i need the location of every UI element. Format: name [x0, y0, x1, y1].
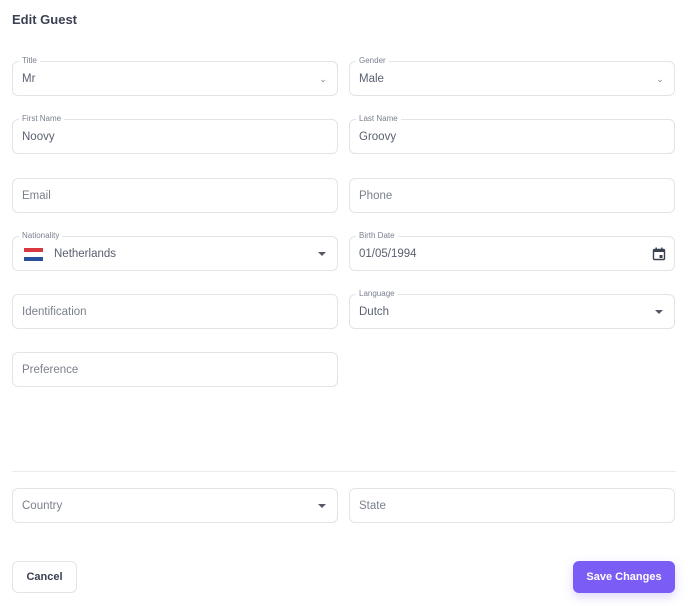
gender-select[interactable]: Gender Male ⌄	[349, 55, 675, 96]
birth-date-field[interactable]: Birth Date 01/05/1994	[349, 230, 675, 271]
country-select[interactable]: Country	[12, 488, 338, 523]
caret-down-icon	[655, 310, 663, 314]
country-placeholder: Country	[22, 500, 63, 512]
cancel-button[interactable]: Cancel	[12, 561, 77, 593]
identification-placeholder: Identification	[22, 306, 87, 318]
page-title: Edit Guest	[12, 12, 78, 27]
first-name-field[interactable]: First Name Noovy	[12, 113, 338, 154]
title-select[interactable]: Title Mr ⌄	[12, 55, 338, 96]
netherlands-flag-icon	[24, 248, 43, 261]
section-divider	[12, 471, 676, 472]
state-field[interactable]: State	[349, 488, 675, 523]
language-value: Dutch	[359, 306, 390, 318]
identification-field[interactable]: Identification	[12, 294, 338, 329]
phone-field[interactable]: Phone	[349, 178, 675, 213]
birth-date-value: 01/05/1994	[359, 248, 417, 260]
nationality-value: Netherlands	[54, 248, 117, 260]
caret-down-icon	[318, 504, 326, 508]
title-value: Mr	[22, 73, 36, 85]
email-field[interactable]: Email	[12, 178, 338, 213]
gender-value: Male	[359, 73, 384, 85]
last-name-field[interactable]: Last Name Groovy	[349, 113, 675, 154]
chevron-down-icon: ⌄	[319, 74, 327, 84]
email-placeholder: Email	[22, 190, 51, 202]
phone-placeholder: Phone	[359, 190, 393, 202]
first-name-value: Noovy	[22, 131, 55, 143]
state-placeholder: State	[359, 500, 386, 512]
preference-field[interactable]: Preference	[12, 352, 338, 387]
preference-placeholder: Preference	[22, 364, 79, 376]
calendar-icon[interactable]	[652, 247, 666, 261]
language-select[interactable]: Language Dutch	[349, 288, 675, 329]
chevron-down-icon: ⌄	[656, 74, 664, 84]
caret-down-icon	[318, 252, 326, 256]
save-changes-button[interactable]: Save Changes	[573, 561, 675, 593]
last-name-value: Groovy	[359, 131, 397, 143]
nationality-select[interactable]: Nationality Netherlands	[12, 230, 338, 271]
